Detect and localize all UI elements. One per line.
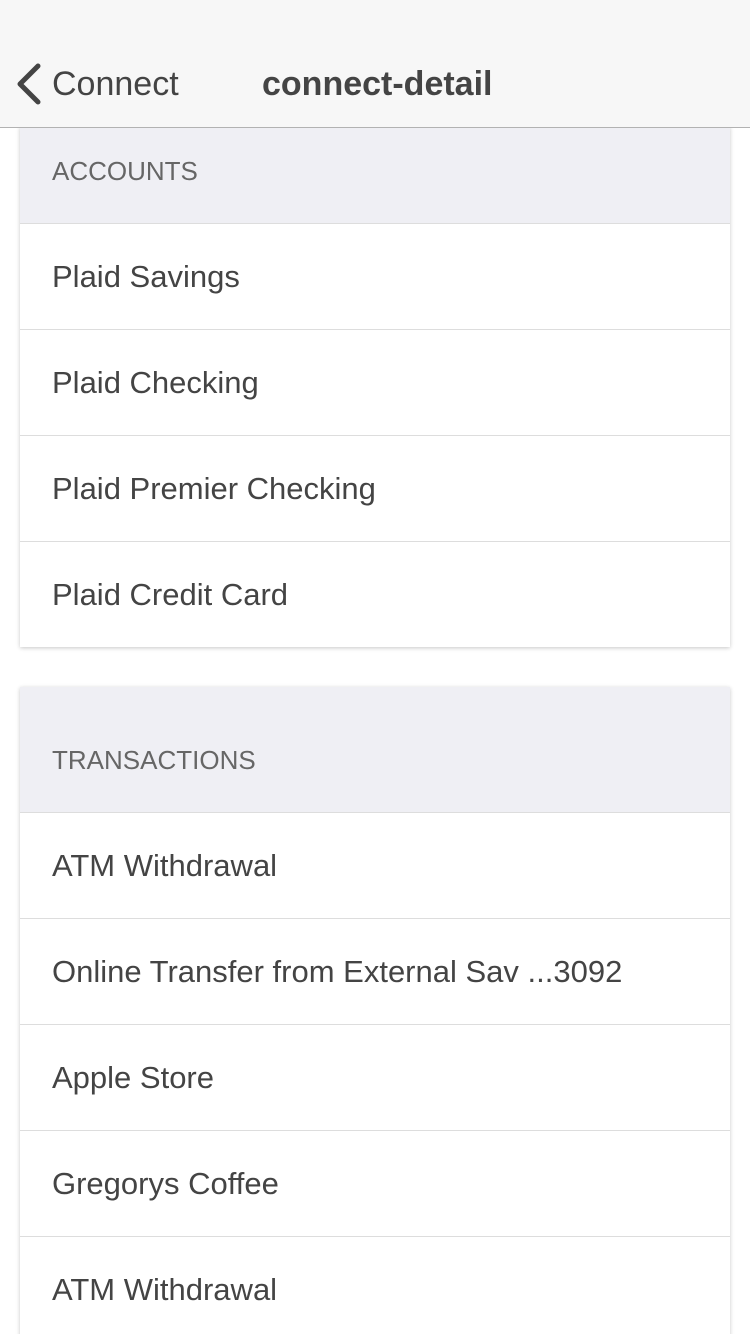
transactions-section-header: TRANSACTIONS	[20, 687, 730, 813]
back-button[interactable]: Connect	[14, 62, 179, 106]
page-title: connect-detail	[262, 65, 493, 103]
accounts-card: ACCOUNTS Plaid Savings Plaid Checking Pl…	[20, 128, 730, 647]
transaction-item[interactable]: ATM Withdrawal	[20, 813, 730, 919]
transaction-item[interactable]: Online Transfer from External Sav ...309…	[20, 919, 730, 1025]
transaction-item[interactable]: Apple Store	[20, 1025, 730, 1131]
account-item[interactable]: Plaid Checking	[20, 330, 730, 436]
account-item[interactable]: Plaid Credit Card	[20, 542, 730, 648]
accounts-section-header: ACCOUNTS	[20, 128, 730, 224]
transactions-card: TRANSACTIONS ATM Withdrawal Online Trans…	[20, 687, 730, 1334]
account-item[interactable]: Plaid Savings	[20, 224, 730, 330]
content-scroll-area[interactable]: ACCOUNTS Plaid Savings Plaid Checking Pl…	[0, 128, 750, 1334]
navigation-bar: Connect connect-detail	[0, 0, 750, 128]
transaction-item[interactable]: Gregorys Coffee	[20, 1131, 730, 1237]
chevron-left-icon	[14, 62, 44, 106]
account-item[interactable]: Plaid Premier Checking	[20, 436, 730, 542]
transaction-item[interactable]: ATM Withdrawal	[20, 1237, 730, 1334]
back-button-label: Connect	[52, 65, 179, 103]
